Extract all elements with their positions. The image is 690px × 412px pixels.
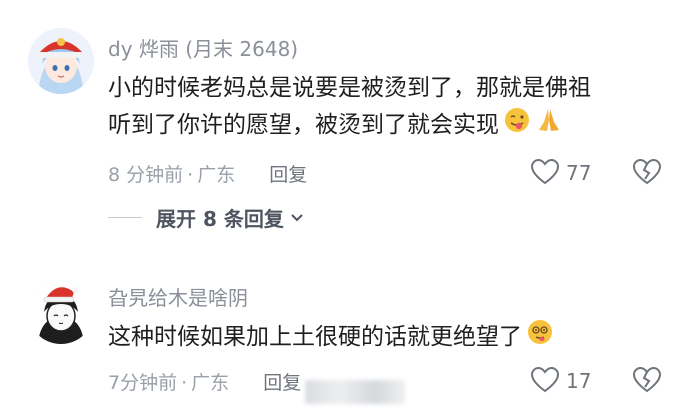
member-tag: (月末 2648) — [185, 37, 299, 61]
comment-location: 广东 — [191, 372, 230, 394]
christmas-hat-character-avatar-icon — [28, 278, 94, 344]
heart-icon — [530, 158, 560, 185]
like-count: 77 — [566, 161, 592, 185]
divider-line — [108, 217, 142, 218]
comment-time: 8 分钟前 — [108, 164, 184, 186]
comment-item: dy 烨雨 (月末 2648) 小的时候老妈总是说要是被烫到了，那就是佛祖 听到… — [0, 0, 690, 240]
like-count: 17 — [566, 369, 592, 393]
like-button[interactable]: 17 — [530, 366, 591, 394]
like-button[interactable]: 77 — [530, 158, 591, 186]
comment-item: 旮旯给木是啥阴 这种时候如果加上土很硬的话就更绝望了 7分钟前 · 广东 回复 17 — [0, 264, 690, 412]
broken-heart-icon — [632, 366, 662, 393]
blur-overlay — [305, 380, 405, 404]
pray-hands-emoji-icon — [535, 106, 563, 145]
dislike-button[interactable] — [632, 366, 662, 398]
comment-time: 7分钟前 — [108, 372, 178, 394]
anime-girl-red-hat-avatar-icon — [28, 28, 94, 94]
comment-username[interactable]: 旮旯给木是啥阴 — [108, 282, 248, 311]
comment-line: 小的时候老妈总是说要是被烫到了，那就是佛祖 — [108, 75, 591, 101]
broken-heart-icon — [632, 158, 662, 185]
comment-text: 这种时候如果加上土很硬的话就更绝望了 — [108, 318, 668, 357]
dizzy-face-emoji-icon — [526, 318, 554, 357]
comment-line-text: 这种时候如果加上土很硬的话就更绝望了 — [108, 324, 522, 350]
comment-meta: 8 分钟前 · 广东 回复 — [108, 160, 307, 187]
heart-icon — [530, 366, 560, 393]
comment-line: 这种时候如果加上土很硬的话就更绝望了 — [108, 318, 668, 357]
chevron-down-icon — [291, 213, 303, 221]
comment-line-2: 听到了你许的愿望，被烫到了就会实现 — [108, 106, 668, 145]
username-text: dy 烨雨 — [108, 37, 179, 61]
avatar[interactable] — [28, 28, 94, 94]
expand-replies-button[interactable]: 展开 8 条回复 — [108, 203, 304, 232]
meta-separator: · — [187, 164, 194, 186]
username-text: 旮旯给木是啥阴 — [108, 286, 248, 310]
meta-separator: · — [181, 372, 188, 394]
comment-text: 小的时候老妈总是说要是被烫到了，那就是佛祖 听到了你许的愿望，被烫到了就会实现 — [108, 70, 668, 145]
comment-location: 广东 — [197, 164, 236, 186]
dislike-button[interactable] — [632, 158, 662, 190]
comment-username[interactable]: dy 烨雨 (月末 2648) — [108, 33, 298, 62]
comment-line-text: 听到了你许的愿望，被烫到了就会实现 — [108, 112, 499, 138]
expand-replies-label: 展开 8 条回复 — [156, 207, 284, 231]
tongue-emoji-icon — [503, 106, 531, 145]
reply-button[interactable]: 回复 — [263, 372, 301, 394]
reply-button[interactable]: 回复 — [269, 164, 307, 186]
avatar[interactable] — [28, 278, 94, 344]
comment-meta: 7分钟前 · 广东 回复 — [108, 368, 301, 395]
